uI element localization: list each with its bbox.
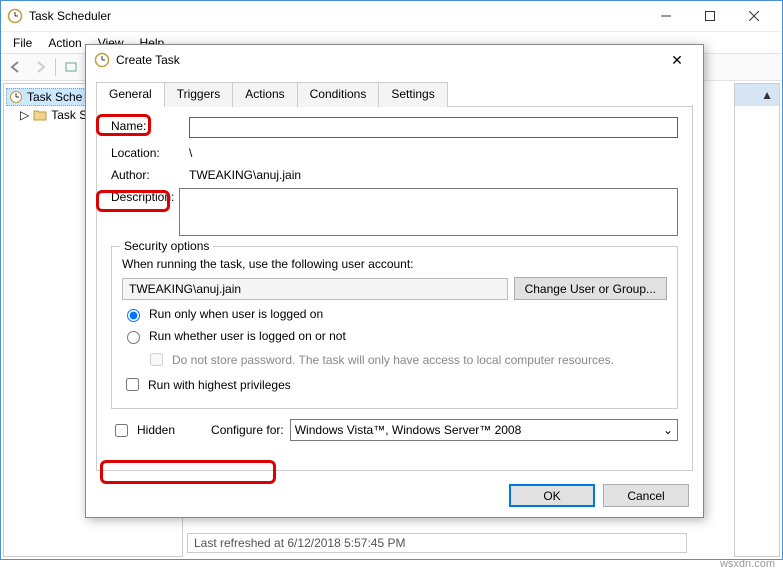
do-not-store-password-label: Do not store password. The task will onl…	[172, 353, 614, 367]
clock-icon	[9, 90, 23, 104]
highest-privileges-label: Run with highest privileges	[148, 378, 291, 392]
run-logged-on-label: Run only when user is logged on	[149, 307, 323, 321]
highest-privileges-checkbox[interactable]	[126, 378, 139, 391]
folder-icon	[33, 109, 47, 121]
security-options-group: Security options When running the task, …	[111, 246, 678, 409]
name-input[interactable]	[189, 117, 678, 138]
dialog-titlebar: Create Task ✕	[86, 45, 703, 75]
configure-for-value: Windows Vista™, Windows Server™ 2008	[295, 423, 522, 437]
titlebar: Task Scheduler	[1, 1, 782, 31]
run-whether-label: Run whether user is logged on or not	[149, 329, 346, 343]
toolbar-button-1[interactable]	[60, 56, 82, 78]
hidden-label: Hidden	[137, 423, 175, 437]
configure-for-select[interactable]: Windows Vista™, Windows Server™ 2008 ⌄	[290, 419, 678, 441]
expand-icon[interactable]: ▷	[20, 108, 29, 122]
description-input[interactable]	[179, 188, 678, 236]
actions-collapse[interactable]: ▲	[735, 84, 779, 106]
statusbar: Last refreshed at 6/12/2018 5:57:45 PM	[187, 533, 687, 553]
configure-label: Configure for:	[211, 423, 284, 437]
author-label: Author:	[111, 166, 189, 182]
run-whether-radio[interactable]	[127, 331, 140, 344]
forward-button[interactable]	[29, 56, 51, 78]
back-button[interactable]	[5, 56, 27, 78]
window-title: Task Scheduler	[29, 9, 644, 23]
tab-conditions[interactable]: Conditions	[297, 82, 380, 107]
chevron-down-icon: ⌄	[663, 423, 673, 437]
change-user-button[interactable]: Change User or Group...	[514, 277, 667, 300]
tab-actions[interactable]: Actions	[232, 82, 297, 107]
tab-settings[interactable]: Settings	[378, 82, 447, 107]
tab-general[interactable]: General	[96, 82, 165, 107]
hidden-checkbox[interactable]	[115, 424, 128, 437]
create-task-dialog: Create Task ✕ General Triggers Actions C…	[85, 44, 704, 518]
watermark: wsxdn.com	[720, 558, 775, 570]
status-text: Last refreshed at 6/12/2018 5:57:45 PM	[194, 536, 405, 550]
clock-icon	[94, 52, 110, 68]
tree-child-label: Task S	[51, 108, 87, 122]
clock-icon	[7, 8, 23, 24]
location-label: Location:	[111, 144, 189, 160]
security-legend: Security options	[120, 239, 213, 253]
location-value: \	[189, 144, 192, 160]
minimize-button[interactable]	[644, 2, 688, 30]
name-label: Name:	[111, 117, 189, 133]
general-panel: Name: Location: \ Author: TWEAKING\anuj.…	[96, 105, 693, 471]
close-button[interactable]	[732, 2, 776, 30]
user-account-display: TWEAKING\anuj.jain	[122, 278, 508, 300]
dialog-button-row: OK Cancel	[509, 484, 689, 507]
menu-action[interactable]: Action	[40, 34, 89, 52]
ok-button[interactable]: OK	[509, 484, 595, 507]
tab-triggers[interactable]: Triggers	[164, 82, 234, 107]
dialog-title: Create Task	[116, 53, 659, 67]
run-logged-on-radio[interactable]	[127, 309, 140, 322]
cancel-button[interactable]: Cancel	[603, 484, 689, 507]
actions-pane: ▲	[734, 83, 780, 557]
do-not-store-password-checkbox	[150, 353, 163, 366]
tree-root-label: Task Sche	[27, 90, 82, 104]
tab-strip: General Triggers Actions Conditions Sett…	[96, 81, 693, 107]
menu-file[interactable]: File	[5, 34, 40, 52]
dialog-close-button[interactable]: ✕	[659, 48, 695, 72]
security-prompt: When running the task, use the following…	[122, 257, 667, 271]
description-label: Description:	[111, 188, 179, 204]
author-value: TWEAKING\anuj.jain	[189, 166, 301, 182]
maximize-button[interactable]	[688, 2, 732, 30]
